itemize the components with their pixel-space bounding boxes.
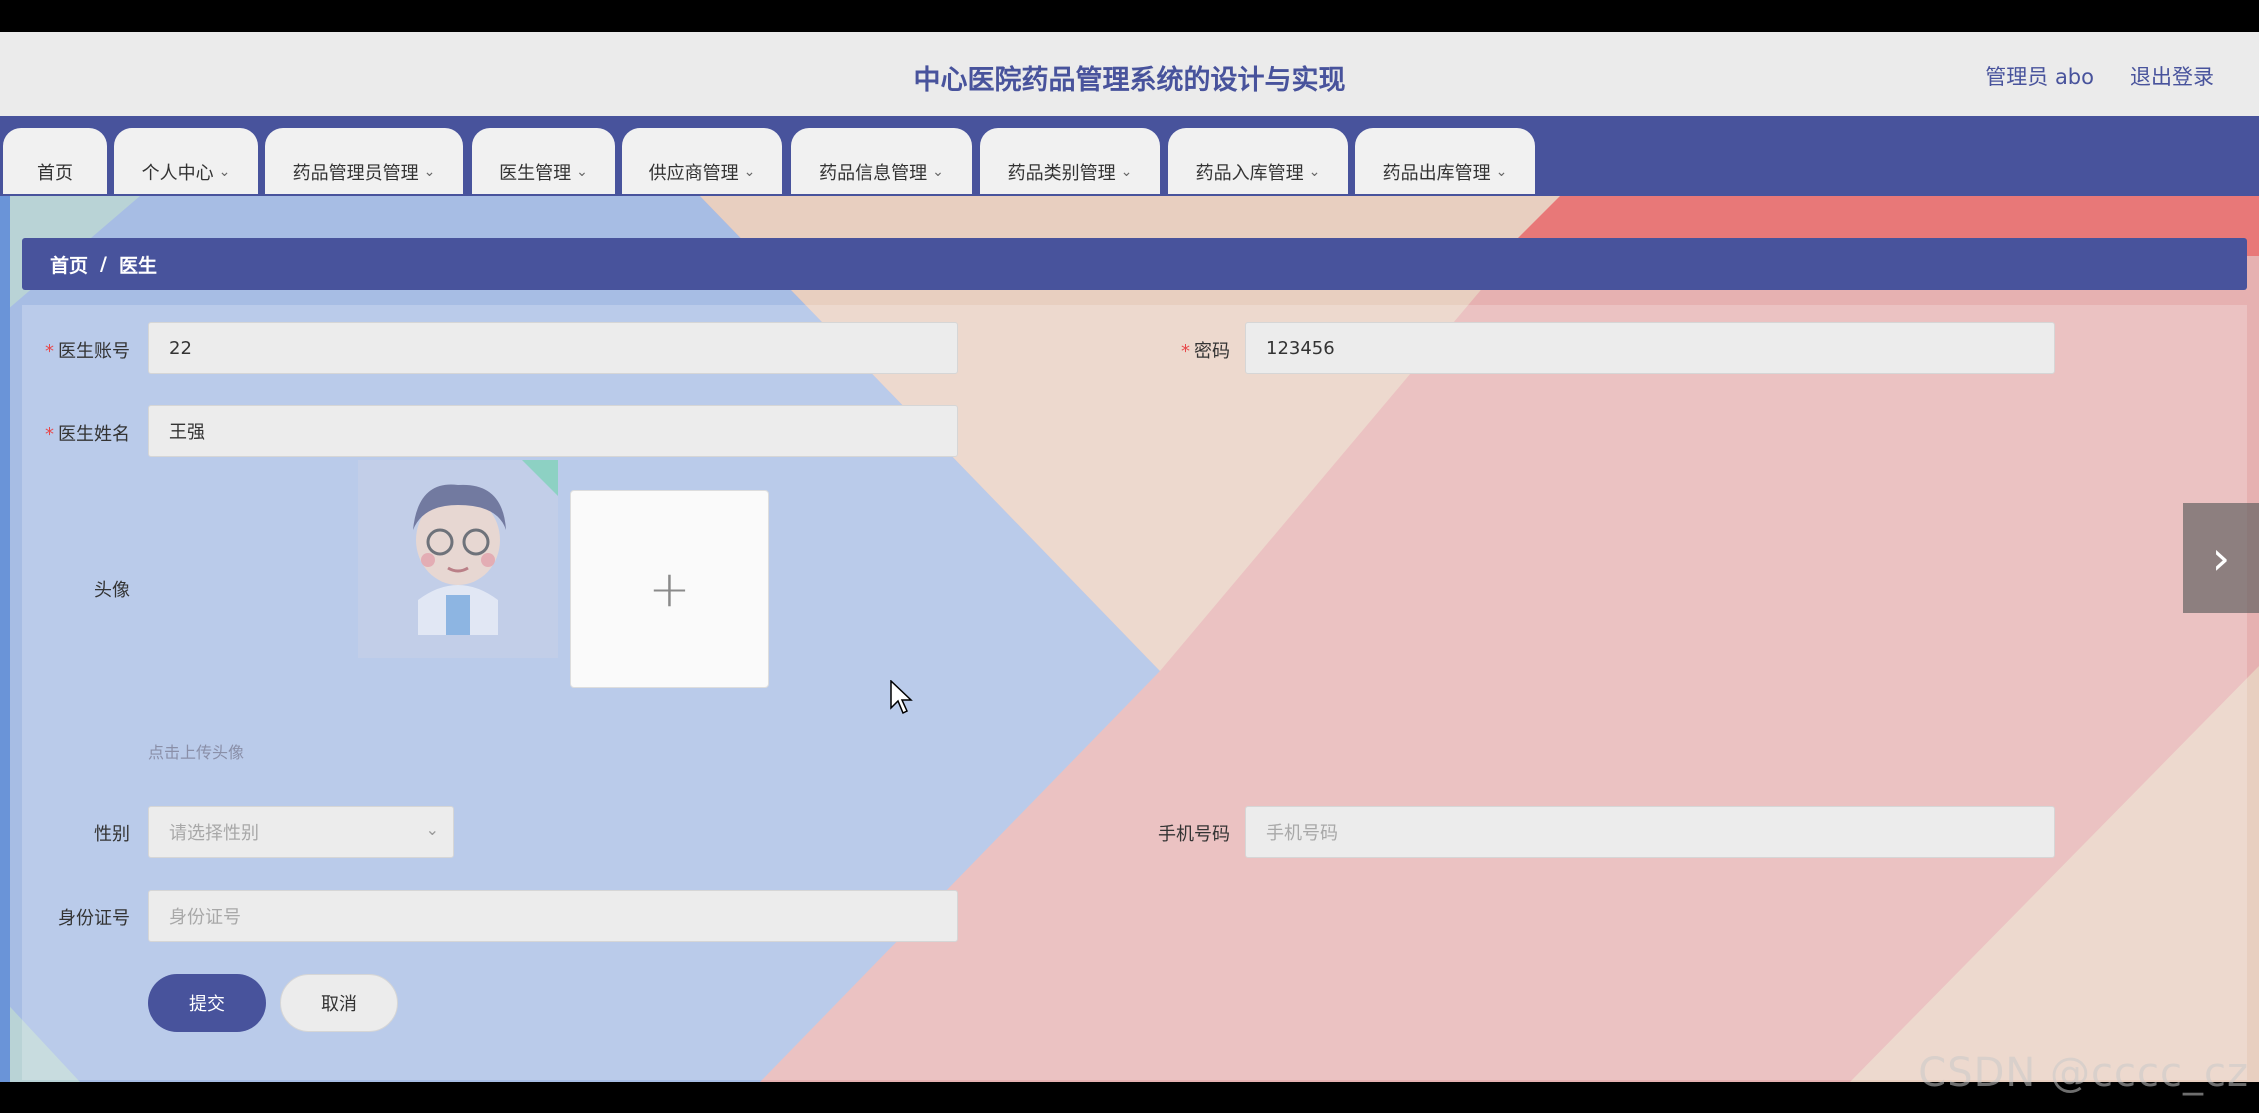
password-input[interactable]: 123456	[1245, 322, 2055, 374]
nav-item-label: 药品信息管理	[819, 163, 928, 184]
nav-item-drug-outbound-management[interactable]: 药品出库管理 ⌄	[1355, 128, 1535, 194]
chevron-down-icon: ⌄	[576, 164, 588, 180]
doctor-name-input[interactable]: 王强	[148, 405, 958, 457]
logout-link[interactable]: 退出登录	[2130, 61, 2214, 91]
chevron-down-icon: ⌄	[1308, 164, 1321, 180]
chevron-down-icon: ⌄	[218, 164, 231, 180]
mouse-pointer-icon	[890, 679, 914, 720]
doctor-account-label: * 医生账号	[38, 337, 130, 363]
chevron-down-icon: ⌄	[1120, 164, 1133, 180]
plus-icon: +	[648, 560, 691, 618]
screen-top-border	[0, 0, 2259, 32]
nav-item-doctor-management[interactable]: 医生管理 ⌄	[472, 128, 615, 194]
breadcrumb-current: 医生	[118, 254, 157, 277]
upload-success-check-icon	[522, 460, 558, 496]
nav-item-drug-admin-management[interactable]: 药品管理员管理 ⌄	[265, 128, 463, 194]
doctor-name-label: * 医生姓名	[38, 420, 130, 446]
chevron-down-icon: ⌄	[743, 164, 756, 180]
submit-button[interactable]: 提交	[148, 974, 266, 1032]
breadcrumb-separator: /	[100, 253, 107, 275]
avatar-upload-hint: 点击上传头像	[148, 743, 245, 762]
app-title: 中心医院药品管理系统的设计与实现	[913, 65, 1346, 96]
app-header: 中心医院药品管理系统的设计与实现 管理员 abo 退出登录	[0, 32, 2259, 116]
gender-label: 性别	[94, 824, 130, 845]
nav-item-personal-center[interactable]: 个人中心 ⌄	[114, 128, 258, 194]
main-nav: 首页 个人中心 ⌄ 药品管理员管理 ⌄ 医生管理 ⌄ 供应商管理 ⌄ 药品信息管理 ⌄ 药…	[0, 116, 2259, 196]
nav-item-label: 首页	[37, 163, 73, 184]
nav-item-drug-category-management[interactable]: 药品类别管理 ⌄	[980, 128, 1160, 194]
nav-item-drug-info-management[interactable]: 药品信息管理 ⌄	[791, 128, 972, 194]
nav-item-label: 药品类别管理	[1007, 163, 1116, 184]
nav-item-label: 供应商管理	[648, 163, 739, 184]
nav-item-label: 药品管理员管理	[292, 163, 419, 184]
breadcrumb: 首页 / 医生	[22, 238, 2247, 290]
doctor-name-label-text: 医生姓名	[58, 424, 130, 445]
chevron-right-icon[interactable]: ›	[2183, 503, 2259, 613]
idcard-input[interactable]: 身份证号	[148, 890, 958, 942]
nav-item-supplier-management[interactable]: 供应商管理 ⌄	[622, 128, 782, 194]
nav-item-label: 药品入库管理	[1195, 163, 1304, 184]
cancel-button[interactable]: 取消	[280, 974, 398, 1032]
required-mark: *	[1181, 341, 1190, 362]
breadcrumb-home[interactable]: 首页	[50, 251, 88, 278]
required-mark: *	[45, 341, 54, 362]
chevron-down-icon: ⌄	[425, 820, 439, 839]
doctor-account-input[interactable]: 22	[148, 322, 958, 374]
gender-select[interactable]: 请选择性别 ⌄	[148, 806, 454, 858]
idcard-label: 身份证号	[58, 908, 130, 929]
phone-label: 手机号码	[1158, 824, 1230, 845]
doctor-account-label-text: 医生账号	[58, 341, 130, 362]
nav-item-drug-inbound-management[interactable]: 药品入库管理 ⌄	[1168, 128, 1348, 194]
nav-item-label: 医生管理	[499, 163, 572, 184]
phone-input[interactable]: 手机号码	[1245, 806, 2055, 858]
chevron-down-icon: ⌄	[423, 164, 436, 180]
avatar-preview[interactable]	[358, 460, 558, 658]
gender-select-placeholder: 请选择性别	[169, 823, 259, 844]
watermark: CSDN @cccc_cz	[1918, 1050, 2249, 1096]
chevron-down-icon: ⌄	[1495, 164, 1508, 180]
password-label-text: 密码	[1194, 341, 1230, 362]
required-mark: *	[45, 424, 54, 445]
nav-item-label: 药品出库管理	[1382, 163, 1491, 184]
nav-item-home[interactable]: 首页	[3, 128, 107, 194]
nav-item-label: 个人中心	[141, 163, 214, 184]
current-user-label: 管理员 abo	[1985, 65, 2094, 89]
chevron-down-icon: ⌄	[932, 164, 944, 180]
avatar-label: 头像	[94, 580, 130, 601]
password-label: * 密码	[1170, 337, 1230, 363]
avatar-upload-button[interactable]: +	[570, 490, 769, 688]
